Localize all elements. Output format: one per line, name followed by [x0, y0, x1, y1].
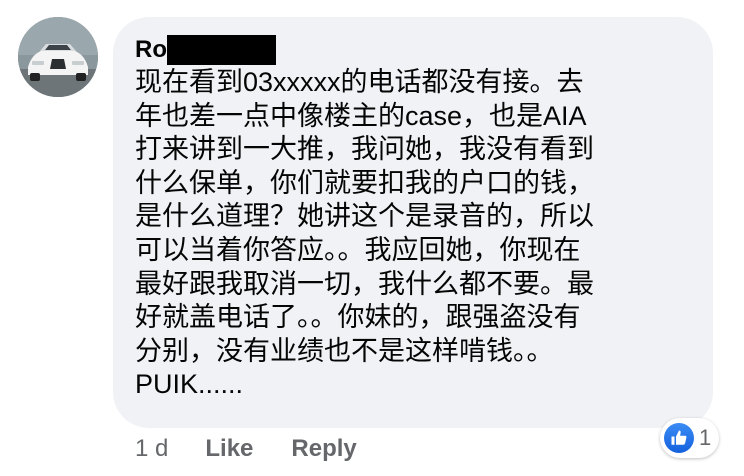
thumbs-up-icon [664, 423, 694, 453]
comment-line: 什么保单，你们就要扣我的户口的钱， [135, 167, 594, 198]
timestamp[interactable]: 1 d [135, 433, 168, 465]
comment-line: 打来讲到一大推，我问她，我没有看到 [135, 134, 594, 165]
comment-actions: 1 d Like Reply [135, 433, 357, 465]
like-button[interactable]: Like [205, 433, 253, 465]
avatar[interactable] [18, 17, 98, 97]
comment-line: 好就盖电话了。。你妹的，跟强盗没有 [135, 302, 581, 333]
comment-text: 现在看到03xxxxx的电话都没有接。去 年也差一点中像楼主的case，也是AI… [135, 66, 695, 402]
author-name[interactable]: Ro [135, 36, 167, 64]
comment-line: 分别，没有业绩也不是这样啃钱。。 [135, 335, 554, 366]
comment-line: 是什么道理？她讲这个是录音的，所以 [135, 201, 594, 232]
comment-line: 年也差一点中像楼主的case，也是AIA [135, 100, 587, 131]
reaction-count: 1 [699, 425, 712, 450]
comment-line: 最好跟我取消一切，我什么都不要。最 [135, 268, 594, 299]
car-avatar-image [18, 17, 98, 97]
comment-line: PUIK...... [135, 369, 244, 400]
reaction-summary[interactable]: 1 [660, 418, 720, 458]
comment-author[interactable]: Ro [135, 35, 276, 65]
reply-button[interactable]: Reply [291, 433, 356, 465]
comment-line: 现在看到03xxxxx的电话都没有接。去 [135, 67, 584, 97]
comment-line: 可以当着你答应。。我应回她，你现在 [135, 234, 581, 265]
redaction-box [167, 35, 276, 65]
